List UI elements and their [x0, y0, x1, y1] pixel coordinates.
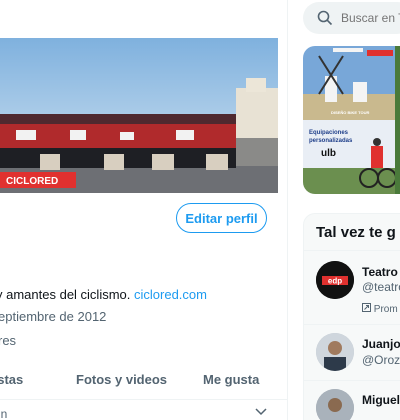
who-to-follow-panel: Tal vez te g edp Teatro @teatro Prom Jua…: [303, 213, 400, 420]
profile-banner-image[interactable]: CICLORED: [0, 38, 278, 193]
joined-date-text: eptiembre de 2012: [0, 309, 107, 324]
profile-tabs: estas Fotos y videos Me gusta: [0, 360, 287, 400]
bio-text: y amantes del ciclismo.: [0, 287, 134, 302]
timeline-row-text: in: [0, 407, 8, 420]
ad-line-personalizadas: personalizadas: [309, 138, 353, 144]
tab-likes[interactable]: Me gusta: [203, 372, 259, 387]
bio-website-link[interactable]: ciclored.com: [134, 287, 207, 302]
avatar-edp-text: edp: [328, 277, 342, 286]
promoted-text: Prom: [373, 304, 398, 315]
following-text: res: [0, 333, 17, 348]
banner-ciclored-label: CICLORED: [6, 176, 58, 187]
suggestion-item[interactable]: Miguel: [304, 380, 400, 420]
avatar[interactable]: edp: [316, 261, 354, 299]
tab-replies[interactable]: estas: [0, 372, 23, 387]
who-to-follow-title: Tal vez te g: [316, 224, 396, 241]
avatar[interactable]: [316, 333, 354, 371]
media-preview-grid[interactable]: DISEÑO BIKE TOUR Equipaciones personaliz…: [303, 46, 400, 194]
edit-profile-button[interactable]: Editar perfil: [176, 203, 267, 233]
ad-banner-text: DISEÑO BIKE TOUR: [331, 110, 369, 115]
ad-brand: ulb: [321, 148, 336, 159]
suggestion-item[interactable]: edp Teatro @teatro Prom: [304, 250, 400, 324]
promoted-label: Prom: [362, 303, 398, 315]
promoted-icon: [362, 303, 374, 315]
search-icon: [317, 10, 333, 31]
suggestion-name[interactable]: Miguel: [362, 393, 400, 407]
suggestion-handle: @Oroz: [362, 353, 400, 367]
ad-line-equipaciones: Equipaciones: [309, 130, 349, 136]
suggestion-name[interactable]: Teatro: [362, 265, 398, 279]
profile-bio: y amantes del ciclismo. ciclored.com: [0, 287, 207, 302]
avatar[interactable]: [316, 389, 354, 420]
suggestion-item[interactable]: Juanjo @Oroz: [304, 324, 400, 380]
search-input[interactable]: [341, 2, 400, 34]
following-count[interactable]: res: [0, 333, 16, 348]
chevron-down-icon[interactable]: [254, 404, 268, 420]
suggestion-handle: @teatro: [362, 280, 400, 294]
suggestion-name[interactable]: Juanjo: [362, 337, 400, 351]
joined-date: eptiembre de 2012: [0, 309, 106, 324]
profile-column: CICLORED Editar perfil y amantes del cic…: [0, 0, 288, 420]
sidebar-column: DISEÑO BIKE TOUR Equipaciones personaliz…: [288, 0, 400, 420]
timeline-row[interactable]: in: [0, 401, 287, 420]
tab-media[interactable]: Fotos y videos: [76, 372, 167, 387]
search-bar[interactable]: [303, 2, 400, 34]
